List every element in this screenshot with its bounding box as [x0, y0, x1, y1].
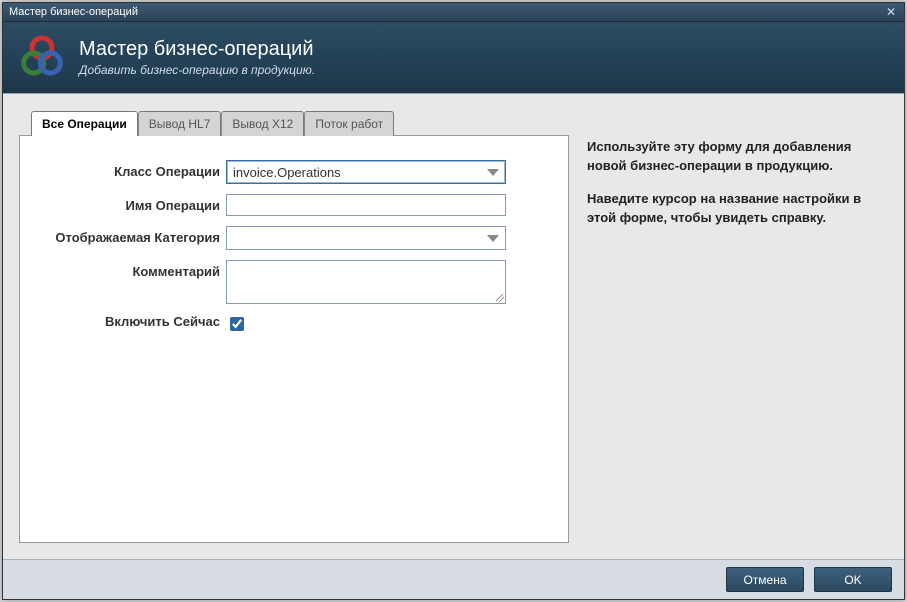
header-subtitle: Добавить бизнес-операцию в продукцию. — [79, 63, 315, 77]
textarea-wrap — [226, 260, 506, 304]
header-text-block: Мастер бизнес-операций Добавить бизнес-о… — [79, 38, 315, 77]
help-text-2: Наведите курсор на название настройки в … — [587, 191, 861, 225]
ok-button[interactable]: OK — [814, 567, 892, 592]
close-icon[interactable]: ✕ — [884, 5, 898, 19]
label-display-category: Отображаемая Категория — [38, 226, 226, 245]
chevron-down-icon — [487, 235, 499, 242]
tab-label: Вывод HL7 — [149, 117, 211, 131]
textarea-comment[interactable] — [226, 260, 506, 304]
logo-icon — [17, 33, 67, 83]
tabs-bar: Все Операции Вывод HL7 Вывод X12 Поток р… — [31, 110, 569, 135]
dialog-footer: Отмена OK — [3, 559, 904, 599]
dialog-header: Мастер бизнес-операций Добавить бизнес-о… — [3, 22, 904, 94]
wizard-dialog: Мастер бизнес-операций ✕ Мастер бизнес-о… — [2, 2, 905, 600]
dialog-titlebar[interactable]: Мастер бизнес-операций ✕ — [3, 3, 904, 22]
label-operation-name: Имя Операции — [38, 194, 226, 213]
dialog-title-text: Мастер бизнес-операций — [9, 6, 138, 18]
label-operation-class: Класс Операции — [38, 160, 226, 179]
tab-x12-output[interactable]: Вывод X12 — [221, 111, 304, 136]
tab-workflow[interactable]: Поток работ — [304, 111, 394, 136]
cancel-button[interactable]: Отмена — [726, 567, 804, 592]
checkbox-enable-now[interactable] — [230, 317, 244, 331]
label-comment: Комментарий — [38, 260, 226, 279]
combo-display-category[interactable] — [226, 226, 506, 250]
help-column: Используйте эту форму для добавления нов… — [579, 110, 888, 543]
select-operation-class[interactable]: invoice.Operations — [226, 160, 506, 184]
tab-label: Вывод X12 — [232, 117, 293, 131]
row-operation-name: Имя Операции — [38, 194, 550, 216]
row-display-category: Отображаемая Категория — [38, 226, 550, 250]
label-enable-now: Включить Сейчас — [38, 314, 226, 329]
tab-label: Поток работ — [315, 117, 383, 131]
input-operation-name[interactable] — [226, 194, 506, 216]
help-text-1: Используйте эту форму для добавления нов… — [587, 139, 851, 173]
row-enable-now: Включить Сейчас — [38, 314, 550, 334]
tab-panel: Класс Операции invoice.Operations Имя Оп… — [19, 135, 569, 543]
chevron-down-icon — [487, 169, 499, 176]
form-column: Все Операции Вывод HL7 Вывод X12 Поток р… — [19, 110, 569, 543]
row-comment: Комментарий — [38, 260, 550, 304]
select-operation-class-value: invoice.Operations — [233, 165, 341, 180]
tab-hl7-output[interactable]: Вывод HL7 — [138, 111, 222, 136]
tab-all-operations[interactable]: Все Операции — [31, 111, 138, 136]
tab-label: Все Операции — [42, 117, 127, 131]
header-title: Мастер бизнес-операций — [79, 38, 315, 61]
dialog-body: Все Операции Вывод HL7 Вывод X12 Поток р… — [3, 94, 904, 559]
row-operation-class: Класс Операции invoice.Operations — [38, 160, 550, 184]
